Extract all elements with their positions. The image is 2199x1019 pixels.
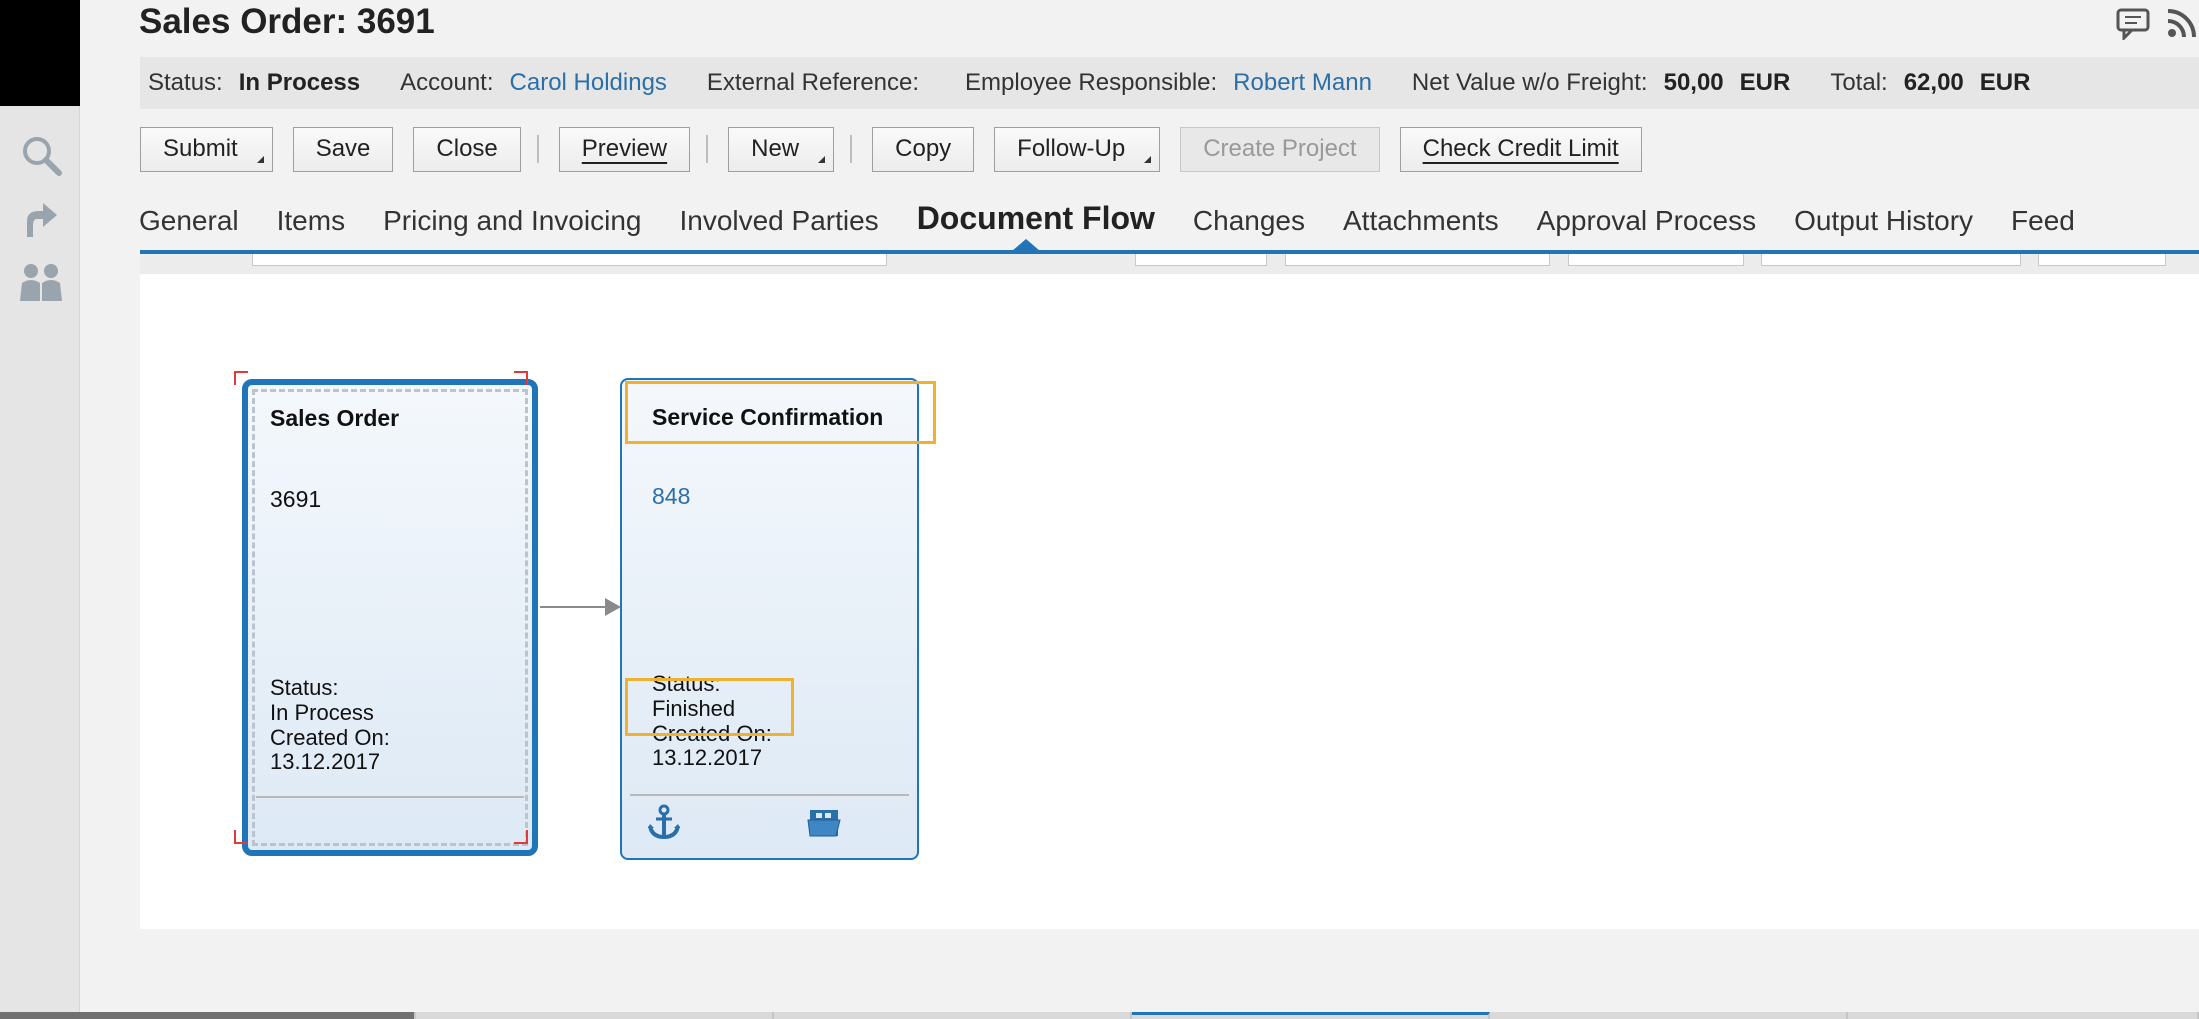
account-link[interactable]: Carol Holdings xyxy=(510,69,667,97)
card-title: Sales Order xyxy=(270,405,400,431)
search-icon[interactable] xyxy=(18,132,64,178)
preview-button-label: Preview xyxy=(581,135,668,162)
selection-corner xyxy=(234,830,248,844)
toolbar-separator xyxy=(536,135,539,163)
close-button-label: Close xyxy=(436,135,498,162)
net-value: 50,00 xyxy=(1663,69,1724,96)
net-value-currency: EUR xyxy=(1739,69,1791,96)
tab-approval-process[interactable]: Approval Process xyxy=(1537,205,1756,237)
status-value: In Process xyxy=(238,69,361,96)
card-footer-divider xyxy=(630,794,909,796)
total-value: 62,00 xyxy=(1903,69,1964,96)
tab-items[interactable]: Items xyxy=(277,205,345,237)
new-button-label: New xyxy=(751,135,800,162)
status-bar: Status: In Process Account: Carol Holdin… xyxy=(140,57,2199,109)
tab-pricing-and-invoicing[interactable]: Pricing and Invoicing xyxy=(383,205,641,237)
document-number-link[interactable]: 848 xyxy=(652,483,690,510)
save-button-label: Save xyxy=(315,135,371,162)
open-folder-icon[interactable] xyxy=(806,804,842,840)
account-label: Account: xyxy=(400,69,494,96)
highlight-status-box xyxy=(625,678,794,736)
check-credit-limit-button-label: Check Credit Limit xyxy=(1422,135,1619,162)
document-number: 3691 xyxy=(270,486,322,512)
feedback-icon[interactable] xyxy=(2115,6,2151,42)
app-logo-area xyxy=(0,0,80,106)
net-value-label: Net Value w/o Freight: xyxy=(1411,69,1648,96)
tab-document-flow[interactable]: Document Flow xyxy=(917,200,1155,237)
create-project-button-label: Create Project xyxy=(1203,135,1357,162)
toolbar-separator xyxy=(706,135,709,163)
sales-order-card[interactable]: Sales Order 3691 Status: In Process Crea… xyxy=(242,379,538,856)
selection-corner xyxy=(234,371,248,385)
close-button[interactable]: Close xyxy=(413,126,521,172)
follow-up-button-label: Follow-Up xyxy=(1017,135,1126,162)
copy-button[interactable]: Copy xyxy=(872,126,975,172)
tab-attachments[interactable]: Attachments xyxy=(1343,205,1499,237)
tab-changes[interactable]: Changes xyxy=(1193,205,1305,237)
toolbar: Submit Save Close Preview New Copy Follo… xyxy=(140,126,1662,172)
new-button[interactable]: New xyxy=(728,126,835,172)
tab-feed[interactable]: Feed xyxy=(2011,205,2075,237)
anchor-icon[interactable] xyxy=(646,804,682,840)
preview-button[interactable]: Preview xyxy=(558,126,691,172)
flow-arrow-head xyxy=(605,598,621,616)
follow-arrow-icon[interactable] xyxy=(18,198,64,244)
total-currency: EUR xyxy=(1979,69,2031,96)
follow-up-button[interactable]: Follow-Up xyxy=(994,126,1161,172)
status-value: In Process xyxy=(270,700,374,725)
selection-corner xyxy=(514,830,528,844)
toolbar-separator xyxy=(850,135,853,163)
service-confirmation-card[interactable]: Service Confirmation 848 Status: Finishe… xyxy=(620,378,919,860)
tab-general[interactable]: General xyxy=(139,205,239,237)
employee-responsible-label: Employee Responsible: xyxy=(965,69,1218,96)
submit-button[interactable]: Submit xyxy=(140,126,273,172)
bottom-tab-strip xyxy=(0,1012,2199,1019)
rss-icon[interactable] xyxy=(2163,6,2199,42)
external-reference-label: External Reference: xyxy=(706,69,920,96)
status-label: Status: xyxy=(270,675,339,700)
save-button[interactable]: Save xyxy=(292,126,394,172)
submit-button-label: Submit xyxy=(163,135,238,162)
check-credit-limit-button[interactable]: Check Credit Limit xyxy=(1399,126,1642,172)
tab-strip: General Items Pricing and Invoicing Invo… xyxy=(139,200,2113,237)
employee-responsible-link[interactable]: Robert Mann xyxy=(1233,69,1372,97)
created-on-label: Created On: xyxy=(270,725,390,750)
created-on-value: 13.12.2017 xyxy=(652,745,763,770)
active-tab-indicator xyxy=(1012,239,1040,251)
page-title: Sales Order: 3691 xyxy=(139,2,435,41)
created-on-value: 13.12.2017 xyxy=(270,749,381,774)
people-icon[interactable] xyxy=(18,260,64,306)
tab-output-history[interactable]: Output History xyxy=(1794,205,1973,237)
total-label: Total: xyxy=(1830,69,1888,96)
create-project-button[interactable]: Create Project xyxy=(1180,126,1380,172)
card-footer-divider xyxy=(256,796,524,798)
copy-button-label: Copy xyxy=(895,135,952,162)
tab-involved-parties[interactable]: Involved Parties xyxy=(679,205,878,237)
left-rail xyxy=(0,106,80,1019)
highlight-title-box xyxy=(625,381,936,444)
status-label: Status: xyxy=(148,69,223,96)
selection-corner xyxy=(514,371,528,385)
hidden-toolbar-row xyxy=(140,254,2199,274)
